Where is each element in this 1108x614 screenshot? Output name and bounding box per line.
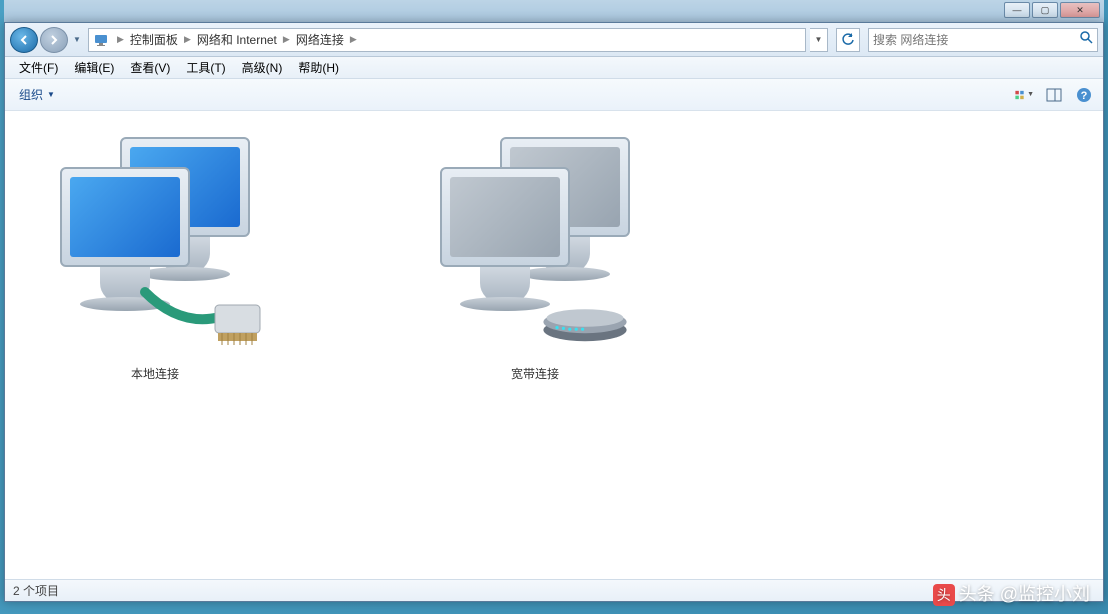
maximize-button[interactable]: ▢ [1032, 2, 1058, 18]
menu-help[interactable]: 帮助(H) [290, 57, 347, 78]
menu-file[interactable]: 文件(F) [11, 57, 66, 78]
ethernet-cable-icon [140, 287, 270, 357]
pane-icon [1046, 87, 1062, 103]
menu-advanced[interactable]: 高级(N) [234, 57, 291, 78]
preview-pane-button[interactable] [1043, 84, 1065, 106]
search-input[interactable] [873, 33, 1079, 47]
menu-view[interactable]: 查看(V) [122, 57, 178, 78]
breadcrumb-segment[interactable]: 网络和 Internet [195, 31, 279, 48]
address-bar: ▼ ▶ 控制面板 ▶ 网络和 Internet ▶ 网络连接 ▶ ▼ [5, 23, 1103, 57]
chevron-down-icon: ▼ [47, 90, 55, 99]
content-area: 本地连接 宽带连接 [5, 111, 1103, 579]
connection-label: 本地连接 [131, 365, 179, 382]
chevron-right-icon: ▶ [180, 34, 195, 45]
search-icon[interactable] [1079, 30, 1093, 49]
connection-label: 宽带连接 [511, 365, 559, 382]
network-folder-icon [93, 32, 109, 48]
chevron-down-icon: ▼ [1027, 91, 1034, 98]
broadband-connection-icon [420, 127, 650, 357]
minimize-button[interactable]: — [1004, 2, 1030, 18]
refresh-button[interactable] [836, 28, 860, 52]
back-button[interactable] [10, 27, 38, 53]
menu-bar: 文件(F) 编辑(E) 查看(V) 工具(T) 高级(N) 帮助(H) [5, 57, 1103, 79]
window-titlebar: — ▢ ✕ [4, 0, 1104, 24]
help-icon: ? [1076, 87, 1092, 103]
organize-label: 组织 [19, 86, 43, 103]
breadcrumb[interactable]: ▶ 控制面板 ▶ 网络和 Internet ▶ 网络连接 ▶ [88, 28, 806, 52]
chevron-right-icon: ▶ [346, 34, 361, 45]
toolbar: 组织 ▼ ▼ ? [5, 79, 1103, 111]
chevron-right-icon: ▶ [279, 34, 294, 45]
breadcrumb-segment[interactable]: 网络连接 [294, 31, 346, 48]
menu-edit[interactable]: 编辑(E) [66, 57, 122, 78]
forward-button[interactable] [40, 27, 68, 53]
item-count: 2 个项目 [13, 582, 59, 599]
nav-history-dropdown[interactable]: ▼ [70, 27, 84, 53]
svg-text:?: ? [1081, 90, 1088, 102]
refresh-icon [841, 33, 855, 47]
arrow-right-icon [48, 34, 60, 46]
organize-button[interactable]: 组织 ▼ [13, 83, 61, 106]
ethernet-connection-icon [40, 127, 270, 357]
help-button[interactable]: ? [1073, 84, 1095, 106]
arrow-left-icon [18, 34, 30, 46]
connection-item-broadband[interactable]: 宽带连接 [405, 123, 665, 386]
view-icon [1014, 87, 1025, 103]
menu-tools[interactable]: 工具(T) [178, 57, 233, 78]
modem-icon [530, 302, 640, 342]
view-options-button[interactable]: ▼ [1013, 84, 1035, 106]
chevron-right-icon: ▶ [113, 34, 128, 45]
breadcrumb-dropdown[interactable]: ▼ [810, 28, 828, 52]
close-button[interactable]: ✕ [1060, 2, 1100, 18]
breadcrumb-segment[interactable]: 控制面板 [128, 31, 180, 48]
explorer-window: ▼ ▶ 控制面板 ▶ 网络和 Internet ▶ 网络连接 ▶ ▼ 文件(F)… [4, 22, 1104, 602]
status-bar: 2 个项目 [5, 579, 1103, 601]
search-box[interactable] [868, 28, 1098, 52]
connection-item-local[interactable]: 本地连接 [25, 123, 285, 386]
